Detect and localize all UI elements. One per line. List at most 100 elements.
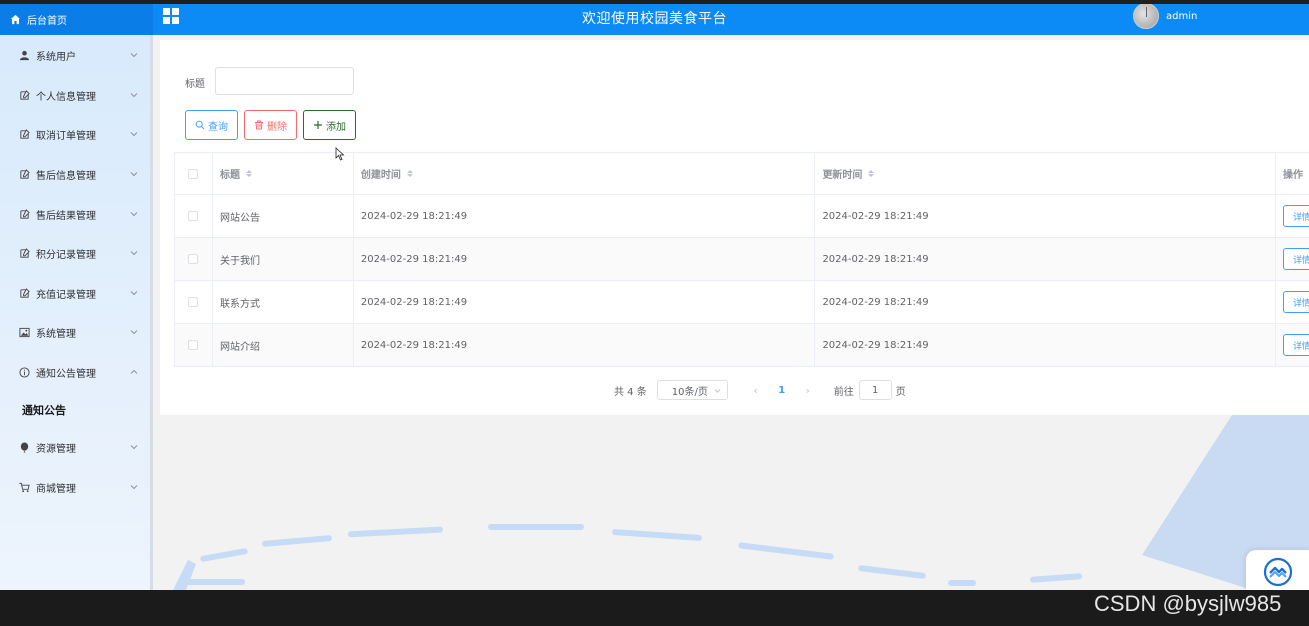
app-viewport: 后台首页 欢迎使用校园美食平台 admin 系统用户 个人信息管理 取消订单管理… — [0, 0, 1309, 590]
detail-button[interactable]: 详情 — [1283, 334, 1309, 356]
page-number-current[interactable]: 1 — [772, 385, 792, 396]
header-created[interactable]: 创建时间 — [354, 153, 816, 194]
sidebar-item-mall-management[interactable]: 商城管理 — [0, 475, 150, 499]
chevron-down-icon — [130, 172, 138, 177]
row-operation: 详情 — [1276, 281, 1309, 323]
row-created: 2024-02-29 18:21:49 — [354, 324, 816, 366]
home-link[interactable]: 后台首页 — [0, 4, 153, 35]
next-page-button[interactable]: › — [798, 384, 818, 397]
avatar[interactable] — [1133, 3, 1159, 29]
row-checkbox[interactable] — [188, 211, 199, 221]
sidebar-item-resource-management[interactable]: 资源管理 — [0, 435, 150, 459]
sidebar-item-label: 系统管理 — [36, 328, 76, 340]
sidebar-item-system-users[interactable]: 系统用户 — [0, 43, 150, 67]
chevron-down-icon — [130, 291, 138, 296]
table-header-row: 标题 创建时间 更新时间 操作 — [175, 153, 1309, 195]
edit-icon — [19, 89, 30, 100]
search-button-label: 查询 — [208, 121, 228, 133]
picture-icon — [18, 327, 30, 337]
header-updated[interactable]: 更新时间 — [815, 153, 1277, 194]
sort-icon[interactable] — [868, 170, 875, 177]
row-created: 2024-02-29 18:21:49 — [354, 238, 816, 280]
sidebar-item-label: 资源管理 — [36, 443, 76, 455]
sort-icon[interactable] — [406, 170, 413, 177]
home-icon — [10, 14, 21, 25]
row-updated: 2024-02-29 18:21:49 — [815, 324, 1277, 366]
sidebar-item-label: 系统用户 — [36, 51, 76, 63]
row-created: 2024-02-29 18:21:49 — [354, 195, 816, 237]
sidebar-item-points-records[interactable]: 积分记录管理 — [0, 241, 150, 265]
sidebar-item-label: 充值记录管理 — [36, 289, 96, 301]
row-checkbox[interactable] — [188, 297, 199, 307]
goto-page-input[interactable] — [858, 380, 892, 400]
goto-label: 前往 — [833, 386, 854, 398]
add-button-label: 添加 — [326, 121, 346, 133]
row-checkbox-cell — [175, 324, 213, 366]
prev-page-button[interactable]: ‹ — [746, 384, 766, 397]
row-title: 关于我们 — [213, 238, 354, 280]
cart-icon — [18, 482, 30, 492]
row-updated: 2024-02-29 18:21:49 — [815, 281, 1277, 323]
sidebar-item-after-sales-results[interactable]: 售后结果管理 — [0, 202, 150, 226]
row-checkbox[interactable] — [188, 254, 199, 264]
select-all-checkbox[interactable] — [188, 168, 199, 179]
detail-button[interactable]: 详情 — [1283, 205, 1309, 227]
assistant-float-button[interactable] — [1246, 550, 1309, 590]
page-size-value: 10条/页 — [671, 386, 708, 398]
sidebar-item-cancel-orders[interactable]: 取消订单管理 — [0, 122, 150, 146]
edit-icon — [19, 247, 30, 258]
title-filter-label: 标题 — [185, 79, 205, 90]
row-checkbox[interactable] — [188, 340, 199, 350]
sidebar-item-system-management[interactable]: 系统管理 — [0, 320, 150, 344]
pagination-total: 共 4 条 — [614, 386, 647, 398]
username: admin — [1166, 10, 1198, 22]
sidebar-item-label: 积分记录管理 — [36, 249, 96, 261]
edit-icon — [19, 287, 30, 298]
search-button[interactable]: 查询 — [185, 110, 238, 140]
page-size-select[interactable]: 10条/页 — [656, 380, 728, 400]
plus-icon — [314, 121, 322, 129]
page-suffix: 页 — [895, 386, 906, 398]
table-row: 网站公告 2024-02-29 18:21:49 2024-02-29 18:2… — [175, 195, 1309, 238]
sidebar-item-after-sales-info[interactable]: 售后信息管理 — [0, 162, 150, 186]
edit-icon — [19, 208, 30, 219]
pagination: 共 4 条 10条/页 ‹ 1 › 前往 页 — [614, 380, 906, 400]
detail-button[interactable]: 详情 — [1283, 248, 1309, 270]
assistant-logo-icon — [1263, 557, 1292, 587]
chevron-down-icon — [130, 93, 138, 98]
sidebar-item-label: 通知公告管理 — [36, 368, 96, 380]
header-created-label: 创建时间 — [360, 170, 401, 181]
sort-icon[interactable] — [245, 170, 252, 177]
select-all-cell — [175, 153, 213, 194]
sidebar-item-notice-management[interactable]: 通知公告管理 — [0, 360, 150, 384]
trash-icon — [255, 120, 263, 130]
edit-icon — [19, 168, 30, 179]
row-updated: 2024-02-29 18:21:49 — [815, 195, 1277, 237]
chevron-down-icon — [130, 330, 138, 335]
sidebar-item-recharge-records[interactable]: 充值记录管理 — [0, 281, 150, 305]
header-title[interactable]: 标题 — [213, 153, 354, 194]
sidebar-subitem-notice[interactable]: 通知公告 — [22, 402, 142, 418]
user-menu[interactable]: admin — [1133, 3, 1197, 29]
sidebar-item-label: 商城管理 — [36, 483, 76, 495]
chevron-down-icon — [130, 132, 138, 137]
notice-table: 标题 创建时间 更新时间 操作 网站公告 2024-02-29 18:21:49… — [174, 152, 1309, 367]
sidebar: 系统用户 个人信息管理 取消订单管理 售后信息管理 售后结果管理 积分记录管理 — [0, 35, 153, 590]
detail-button[interactable]: 详情 — [1283, 291, 1309, 313]
table-row: 关于我们 2024-02-29 18:21:49 2024-02-29 18:2… — [175, 238, 1309, 281]
home-label: 后台首页 — [27, 16, 67, 27]
delete-button[interactable]: 删除 — [244, 110, 297, 140]
info-icon — [18, 366, 30, 378]
table-row: 联系方式 2024-02-29 18:21:49 2024-02-29 18:2… — [175, 281, 1309, 324]
add-button[interactable]: 添加 — [303, 110, 356, 140]
title-filter-input[interactable] — [215, 67, 354, 95]
header-operation-label: 操作 — [1283, 170, 1304, 181]
top-header: 后台首页 欢迎使用校园美食平台 admin — [0, 3, 1309, 35]
search-icon — [195, 120, 205, 130]
row-operation: 详情 — [1276, 324, 1309, 366]
chevron-down-icon — [130, 445, 138, 450]
sidebar-item-personal-info[interactable]: 个人信息管理 — [0, 83, 150, 107]
delete-button-label: 删除 — [267, 121, 287, 133]
grid-menu-icon[interactable] — [163, 8, 179, 24]
header-title-label: 标题 — [219, 170, 240, 181]
